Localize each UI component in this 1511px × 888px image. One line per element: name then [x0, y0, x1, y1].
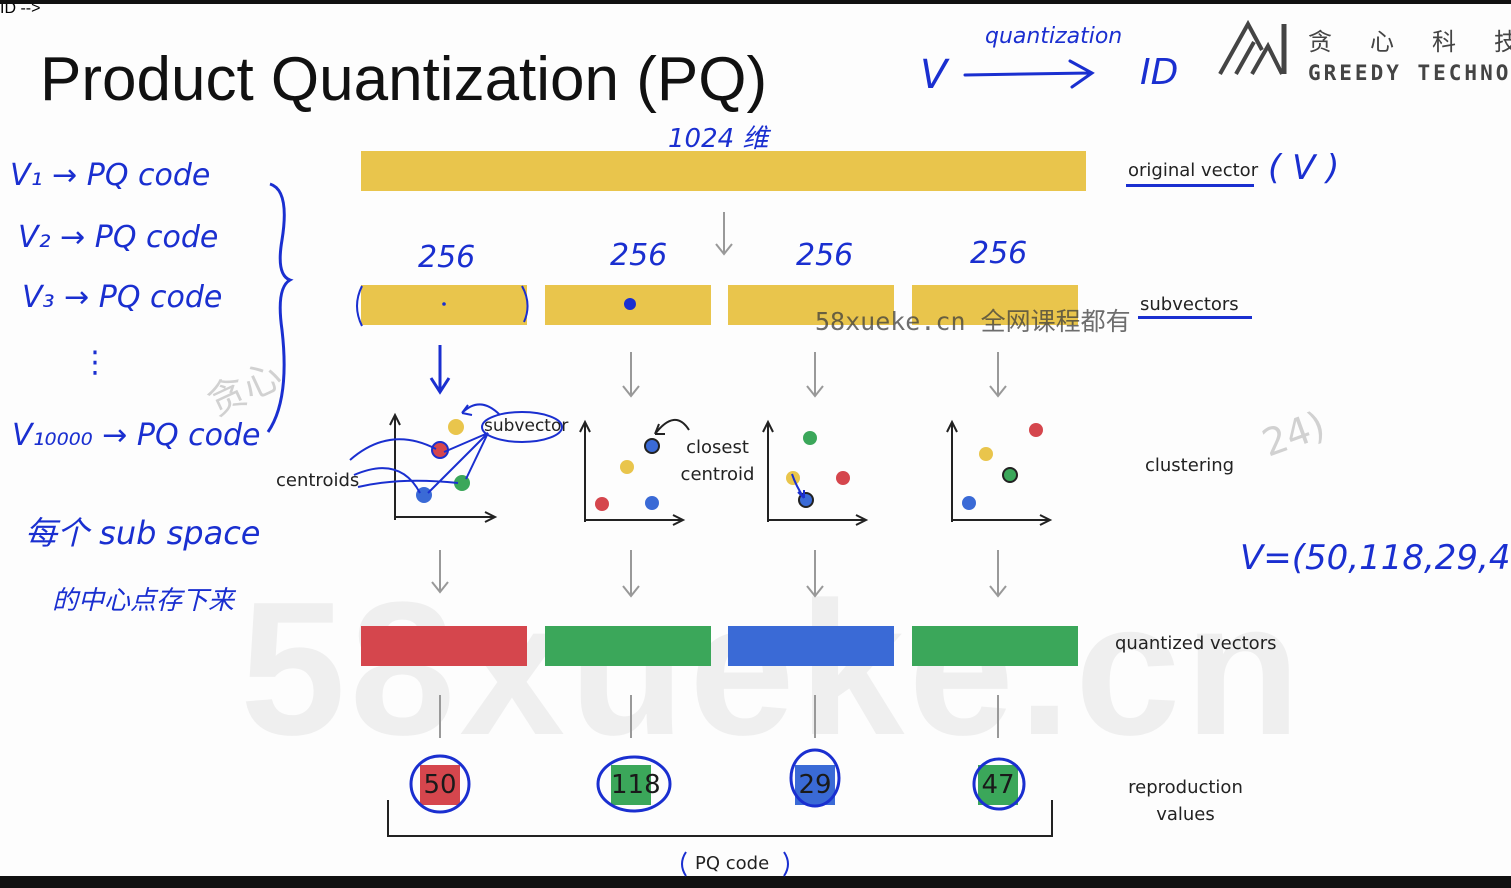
label-centroids: centroids	[276, 470, 360, 491]
annotation-arrow	[963, 59, 1095, 89]
quantized-bar-4	[912, 626, 1078, 666]
note-subspace: 每个 sub space	[25, 514, 261, 552]
annotation-id: ID	[1140, 52, 1179, 93]
note-v3: V₃ → PQ code	[22, 280, 223, 315]
subvector-1-marks	[356, 285, 529, 327]
underline-subvectors	[1138, 316, 1252, 319]
brand-cn: 贪心科技	[1308, 28, 1511, 56]
label-original-vector: original vector	[1128, 160, 1259, 181]
code-3: 29	[795, 765, 835, 805]
code-1: 50	[420, 765, 460, 805]
label-quantized-vectors: quantized vectors	[1115, 633, 1277, 654]
note-v2: V₂ → PQ code	[18, 220, 219, 255]
note-v-equals: V=(50,118,29,47)	[1240, 538, 1511, 578]
faint-mark-b: 24)	[1256, 402, 1331, 466]
code-4: 47	[978, 765, 1018, 805]
label-clustering: clustering	[1145, 455, 1235, 476]
label-reproduction-values: reproduction values	[1128, 777, 1243, 825]
annotation-quantization: quantization	[985, 24, 1123, 49]
cluster-plot-4	[946, 419, 1053, 526]
dimension-note: 1024 维	[668, 124, 769, 154]
subvector-size-4: 256	[970, 236, 1028, 271]
brand: 贪心科技 GREEDY TECHNOLOG	[1308, 22, 1511, 85]
note-dots: ⋮	[80, 345, 110, 380]
brand-logo-icon	[1218, 20, 1287, 75]
label-original-vector-note: ( V )	[1268, 148, 1340, 188]
label-closest-centroid: closest centroid	[680, 437, 755, 485]
label-subvector: subvector	[484, 416, 569, 436]
subvector-size-1: 256	[418, 240, 476, 275]
top-border	[0, 0, 1511, 4]
annotation-v: V	[920, 52, 948, 98]
bottom-border	[0, 876, 1511, 888]
note-subspace-sub: 的中心点存下来	[52, 586, 235, 616]
underline-original-vector	[1126, 184, 1254, 187]
down-arrow-original	[715, 212, 733, 256]
label-subvectors: subvectors	[1140, 294, 1239, 315]
brand-en: GREEDY TECHNOLOG	[1308, 61, 1511, 85]
note-v1: V₁ → PQ code	[10, 158, 211, 193]
slide-title: Product Quantization (PQ)	[40, 45, 768, 114]
subvector-size-2: 256	[610, 238, 668, 273]
code-2: 118	[611, 765, 661, 805]
quantized-bar-2	[545, 626, 711, 666]
quantized-bar-3	[728, 626, 894, 666]
cluster-plot-3	[762, 419, 869, 526]
label-pq-code: PQ code	[695, 853, 770, 874]
watermark-small: 58xueke.cn 全网课程都有	[815, 307, 1131, 336]
quantized-bar-1	[361, 626, 527, 666]
subvector-2-dot	[624, 298, 636, 310]
watermark-large: 58xueke.cn	[240, 563, 1305, 775]
subvector-size-3: 256	[796, 238, 854, 273]
original-vector-bar	[361, 151, 1086, 191]
